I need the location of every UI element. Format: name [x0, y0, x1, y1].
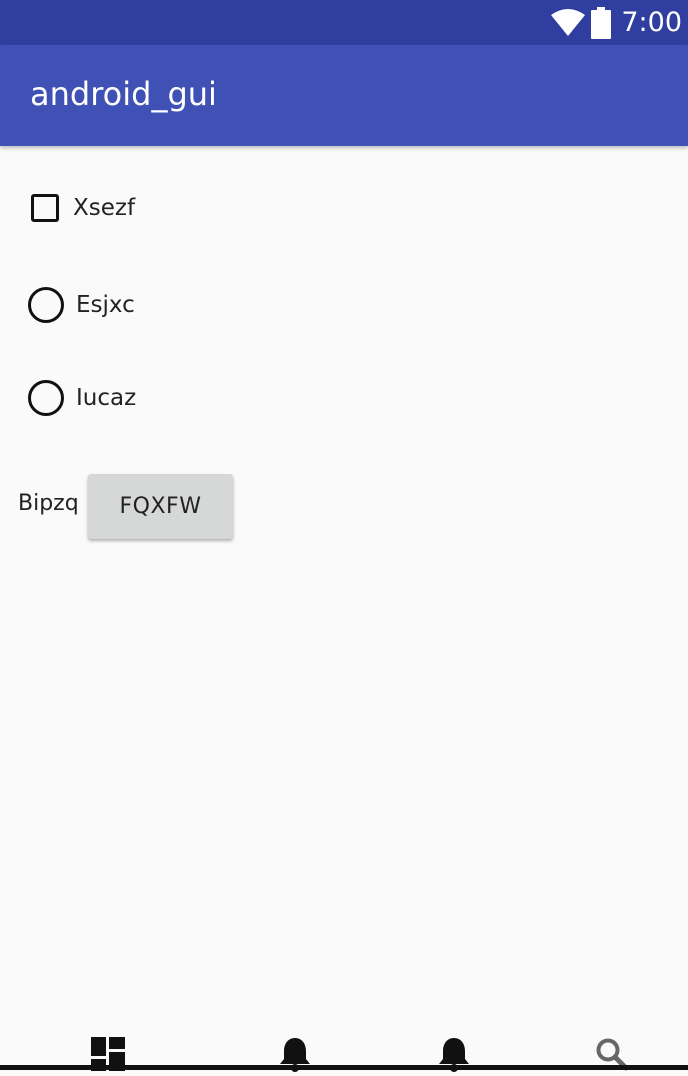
bottom-navigation [0, 1014, 688, 1072]
radio-button[interactable] [28, 380, 64, 416]
wifi-icon [551, 8, 586, 37]
notifications-icon [279, 1036, 311, 1076]
fqxfw-button[interactable]: FQXFW [88, 474, 233, 539]
radio-label: Iucaz [76, 385, 137, 411]
checkbox-label: Xsezf [73, 195, 136, 221]
nav-notifications-1[interactable] [275, 1036, 315, 1076]
nav-search[interactable] [592, 1036, 632, 1076]
status-bar: 7:00 [0, 0, 688, 45]
status-icons: 7:00 [551, 0, 682, 45]
radio-iucaz[interactable]: Iucaz [28, 380, 136, 416]
notifications-icon [438, 1036, 470, 1076]
nav-dashboard[interactable] [88, 1036, 128, 1076]
checkbox-xsezf[interactable]: Xsezf [28, 194, 135, 222]
status-time: 7:00 [621, 7, 682, 38]
inline-label: Bipzq [18, 491, 79, 516]
radio-button[interactable] [28, 287, 64, 323]
app-bar: android_gui [0, 45, 688, 146]
battery-icon [591, 6, 612, 39]
checkbox-box[interactable] [31, 194, 59, 222]
radio-label: Esjxc [76, 292, 135, 318]
nav-notifications-2[interactable] [434, 1036, 474, 1076]
navigation-bar-divider [0, 1065, 688, 1070]
app-title: android_gui [30, 75, 217, 113]
radio-esjxc[interactable]: Esjxc [28, 287, 135, 323]
